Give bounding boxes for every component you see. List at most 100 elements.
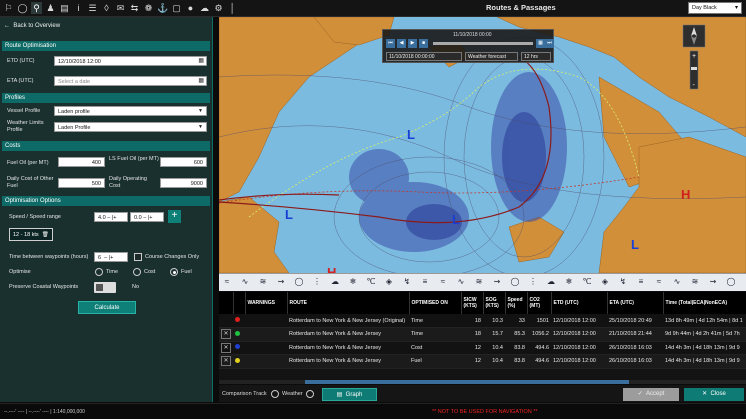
fog-icon[interactable]: ≡ [419,277,431,286]
step-back-button[interactable]: ◀ [397,39,406,48]
pressure-icon[interactable]: ◯ [725,277,737,286]
fog-icon[interactable]: ≡ [635,277,647,286]
pressure-icon[interactable]: ◯ [293,277,305,286]
stepper-buttons[interactable]: – |+ [104,255,113,261]
table-row[interactable]: ✕ Rotterdam to New York & New Jersey Time 1… [219,327,746,342]
optimise-cost-radio[interactable] [133,268,141,276]
col-header-sicw[interactable]: SICW (KTS) [461,292,484,314]
anchor-icon[interactable]: ⚓ [157,2,168,14]
temperature-icon[interactable]: ℃ [581,277,593,286]
current-icon[interactable]: ⇝ [707,277,719,286]
daily-operating-input[interactable]: 9000 [160,178,207,188]
rain-icon[interactable]: ⋮ [527,277,539,286]
trash-icon[interactable]: 🗑 [42,232,49,238]
list-icon[interactable]: ☰ [87,2,98,14]
chart-icon[interactable]: ▤ [59,2,70,14]
close-button[interactable]: ✕ Close [684,388,744,401]
play-button[interactable]: ▶ [408,39,417,48]
speed-max-stepper[interactable]: 0.0 – |+ [130,212,164,222]
scrollbar-thumb[interactable] [305,380,629,384]
accept-button[interactable]: ✓ Accept [623,388,679,401]
ice-icon[interactable]: ❄ [347,277,359,286]
route-icon[interactable]: ⚲ [31,2,42,14]
people-icon[interactable]: ♟ [45,2,56,14]
cloud-icon[interactable]: ☁ [545,277,557,286]
calendar-icon[interactable]: ▦ [198,57,204,64]
col-header-co2[interactable]: CO2 (MT) [527,292,552,314]
col-header-speed[interactable]: Speed (%) [505,292,528,314]
temperature-icon[interactable]: ℃ [365,277,377,286]
optimise-fuel-radio[interactable] [170,268,178,276]
back-to-overview-link[interactable]: ← Back to Overview [4,23,60,29]
ice-icon[interactable]: ❄ [563,277,575,286]
col-header-optimised-on[interactable]: OPTIMISED ON [409,292,462,314]
wind-icon[interactable]: ≈ [437,277,449,286]
table-horizontal-scrollbar[interactable] [219,380,746,384]
swell-icon[interactable]: ≋ [689,277,701,286]
map-navigation-control[interactable]: + - [677,23,711,93]
table-row[interactable]: ✕ Rotterdam to New York & New Jersey Cost 1… [219,341,746,355]
speed-min-stepper[interactable]: 4.0 – |+ [94,212,128,222]
trash-icon[interactable]: ✕ [221,342,231,353]
course-changes-checkbox[interactable] [134,253,142,261]
visibility-icon[interactable]: ◈ [599,277,611,286]
visibility-icon[interactable]: ◈ [383,277,395,286]
storm-icon[interactable]: ↯ [401,277,413,286]
daily-other-fuel-input[interactable]: 500 [58,178,105,188]
wave-icon[interactable]: ∿ [671,277,683,286]
cloud-icon[interactable]: ☁ [329,277,341,286]
stop-button[interactable]: ■ [419,39,428,48]
wind-icon[interactable]: ≈ [221,277,233,286]
table-row[interactable]: ✕ Rotterdam to New York & New Jersey Fuel 1… [219,354,746,369]
graph-button[interactable]: ▤ Graph [322,388,377,401]
calendar-icon[interactable]: ▦ [198,77,204,84]
storm-icon[interactable]: ↯ [617,277,629,286]
stepper-buttons[interactable]: – |+ [107,215,116,221]
wind-icon[interactable]: ≈ [653,277,665,286]
envelope-icon[interactable]: ✉ [115,2,126,14]
ruler-icon[interactable]: │ [227,2,238,14]
layers-icon[interactable]: ◊ [101,2,112,14]
trash-icon[interactable]: ✕ [221,329,231,340]
skip-end-button[interactable]: ⏭ [545,39,554,48]
col-header-etd[interactable]: ETD (UTC) [551,292,608,314]
trash-icon[interactable]: ✕ [221,356,231,367]
preserve-coastal-toggle[interactable] [94,282,116,293]
skip-start-button[interactable]: ⏮ [386,39,395,48]
swell-icon[interactable]: ≋ [257,277,269,286]
comparison-track-radio[interactable] [271,390,279,398]
weather-radio[interactable] [306,390,314,398]
bell-icon[interactable]: ⚐ [3,2,14,14]
current-icon[interactable]: ⇝ [275,277,287,286]
ls-fuel-oil-input[interactable]: 600 [160,157,207,167]
etd-field[interactable]: 12/10/2018 12:00 ▦ [54,56,207,66]
rain-icon[interactable]: ⋮ [311,277,323,286]
arrows-icon[interactable]: ⇆ [129,2,140,14]
step-select[interactable]: 12 hrs [521,52,551,61]
eta-field[interactable]: Select a date ▦ [54,76,207,86]
info-icon[interactable]: i [73,2,84,14]
col-header-sog[interactable]: SOG (KTS) [483,292,506,314]
weather-limits-select[interactable]: Laden Profile ▼ [54,122,207,132]
playback-date-select[interactable]: 11/10/2018 00:00:00 [386,52,462,61]
wave-icon[interactable]: ∿ [239,277,251,286]
col-header-eta[interactable]: ETA (UTC) [607,292,664,314]
col-header-time[interactable]: Time (Total|ECA|NonECA) [663,292,746,314]
world-icon[interactable]: ◯ [17,2,28,14]
wheel-icon[interactable]: ❁ [143,2,154,14]
fuel-oil-input[interactable]: 400 [58,157,105,167]
playback-slider[interactable] [433,42,533,45]
current-icon[interactable]: ⇝ [491,277,503,286]
weather-map[interactable]: L L L L H H 11/10/2018 00:00 ⏮ ◀ ▶ ■ ▦ ⏭… [219,17,746,273]
calendar-button[interactable]: ▦ [536,39,545,48]
col-header-route[interactable]: ROUTE [287,292,410,314]
optimise-time-radio[interactable] [95,268,103,276]
droplet-icon[interactable]: ● [185,2,196,14]
time-between-stepper[interactable]: 6 – |+ [94,252,128,262]
calculate-button[interactable]: Calculate [78,301,136,314]
swell-icon[interactable]: ≋ [473,277,485,286]
col-header-warnings[interactable]: WARNINGS [245,292,288,314]
pressure-icon[interactable]: ◯ [509,277,521,286]
forecast-select[interactable]: Weather forecast [465,52,518,61]
theme-select[interactable]: Day Black ▾ [688,2,742,14]
